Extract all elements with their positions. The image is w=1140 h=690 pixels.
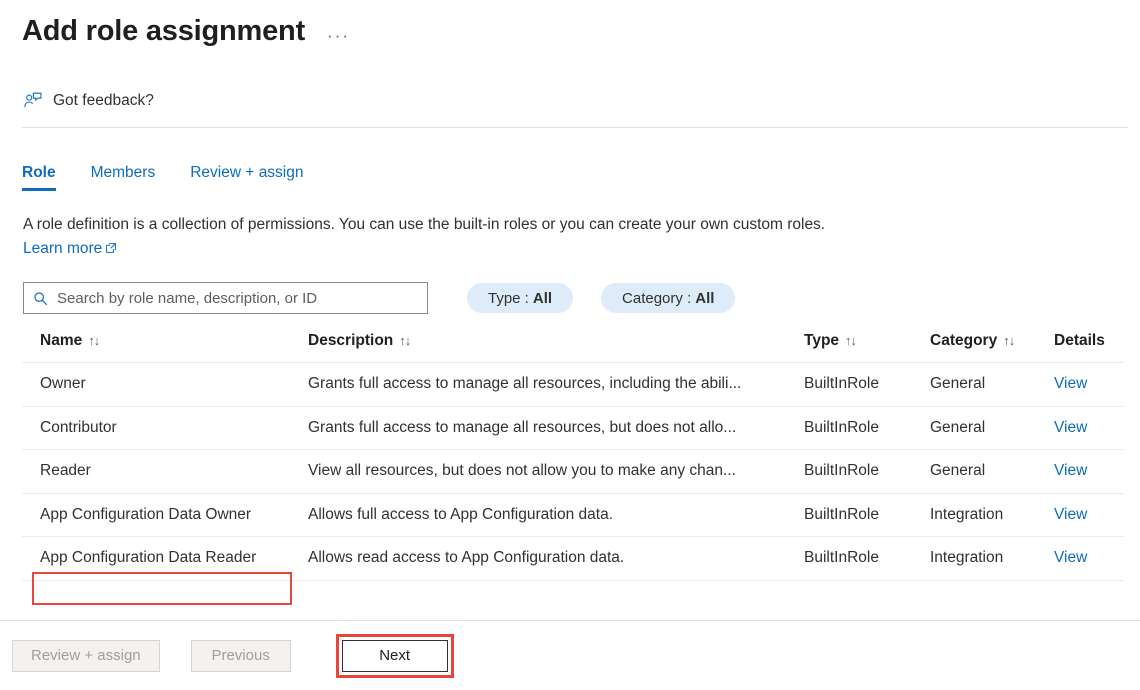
view-details-link[interactable]: View: [1054, 375, 1087, 392]
type-filter-pill[interactable]: Type :All: [467, 283, 573, 313]
table-header: Name ↑↓ Description ↑↓ Type ↑↓ Category ↑↓ D…: [22, 332, 1124, 363]
column-header-type[interactable]: Type ↑↓: [804, 332, 930, 363]
category-filter-pill[interactable]: Category :All: [601, 283, 735, 313]
cell-role-details: View: [1054, 363, 1124, 407]
column-header-category-label: Category: [930, 332, 997, 349]
next-button[interactable]: Next: [342, 640, 448, 672]
roles-table: Name ↑↓ Description ↑↓ Type ↑↓ Category ↑↓ D…: [22, 332, 1124, 581]
external-link-icon: [105, 238, 117, 262]
search-input[interactable]: [55, 289, 418, 308]
cell-role-details: View: [1054, 493, 1124, 537]
next-button-highlight-box: Next: [336, 634, 454, 678]
filter-bar: Type :All Category :All: [0, 281, 1140, 315]
page-title: Add role assignment: [22, 13, 305, 49]
table-header-row: Name ↑↓ Description ↑↓ Type ↑↓ Category ↑↓ D…: [22, 332, 1124, 363]
column-header-name-label: Name: [40, 332, 82, 349]
feedback-label[interactable]: Got feedback?: [53, 92, 154, 110]
tab-members[interactable]: Members: [91, 164, 156, 191]
cell-role-details: View: [1054, 537, 1124, 581]
cell-role-type: BuiltInRole: [804, 406, 930, 450]
column-header-description-label: Description: [308, 332, 393, 349]
cell-role-name[interactable]: Owner: [22, 363, 308, 407]
type-filter-value: All: [533, 290, 552, 307]
learn-more-link[interactable]: Learn more: [23, 240, 102, 257]
page-header: Add role assignment ···: [0, 0, 1140, 52]
search-icon: [33, 291, 48, 306]
cell-role-type: BuiltInRole: [804, 537, 930, 581]
cell-role-details: View: [1054, 406, 1124, 450]
cell-role-type: BuiltInRole: [804, 450, 930, 494]
footer-action-bar: Review + assign Previous Next: [0, 621, 1140, 690]
cell-role-description: Grants full access to manage all resourc…: [308, 406, 804, 450]
more-options-icon[interactable]: ···: [327, 31, 350, 41]
cell-role-type: BuiltInRole: [804, 493, 930, 537]
previous-button[interactable]: Previous: [191, 640, 291, 672]
cell-role-category: General: [930, 363, 1054, 407]
review-assign-button[interactable]: Review + assign: [12, 640, 160, 672]
column-header-details-label: Details: [1054, 332, 1105, 349]
cell-role-details: View: [1054, 450, 1124, 494]
cell-role-description: Grants full access to manage all resourc…: [308, 363, 804, 407]
tab-bar: Role Members Review + assign: [0, 157, 1140, 191]
table-row[interactable]: App Configuration Data Owner Allows full…: [22, 493, 1124, 537]
cell-role-type: BuiltInRole: [804, 363, 930, 407]
sort-icon[interactable]: ↑↓: [1003, 333, 1014, 348]
cell-role-description: Allows read access to App Configuration …: [308, 537, 804, 581]
cell-role-name[interactable]: App Configuration Data Owner: [22, 493, 308, 537]
tab-review-assign[interactable]: Review + assign: [190, 164, 303, 191]
header-divider: [22, 127, 1128, 128]
table-row-selected[interactable]: App Configuration Data Reader Allows rea…: [22, 537, 1124, 581]
column-header-description[interactable]: Description ↑↓: [308, 332, 804, 363]
feedback-row[interactable]: Got feedback?: [0, 78, 1140, 124]
sort-icon[interactable]: ↑↓: [845, 333, 856, 348]
cell-role-name[interactable]: App Configuration Data Reader: [22, 537, 308, 581]
sort-icon[interactable]: ↑↓: [399, 333, 410, 348]
view-details-link[interactable]: View: [1054, 462, 1087, 479]
category-filter-value: All: [695, 290, 714, 307]
cell-role-description: View all resources, but does not allow y…: [308, 450, 804, 494]
cell-role-name[interactable]: Contributor: [22, 406, 308, 450]
type-filter-label: Type :: [488, 290, 529, 307]
view-details-link[interactable]: View: [1054, 419, 1087, 436]
column-header-details: Details: [1054, 332, 1124, 363]
sort-icon[interactable]: ↑↓: [88, 333, 99, 348]
cell-role-description: Allows full access to App Configuration …: [308, 493, 804, 537]
cell-role-category: Integration: [930, 493, 1054, 537]
cell-role-category: General: [930, 450, 1054, 494]
table-row[interactable]: Contributor Grants full access to manage…: [22, 406, 1124, 450]
tab-role[interactable]: Role: [22, 164, 56, 191]
description-text: A role definition is a collection of per…: [23, 216, 825, 233]
table-body: Owner Grants full access to manage all r…: [22, 363, 1124, 581]
table-row[interactable]: Reader View all resources, but does not …: [22, 450, 1124, 494]
column-header-name[interactable]: Name ↑↓: [22, 332, 308, 363]
view-details-link[interactable]: View: [1054, 549, 1087, 566]
category-filter-label: Category :: [622, 290, 691, 307]
search-box[interactable]: [23, 282, 428, 314]
column-header-category[interactable]: Category ↑↓: [930, 332, 1054, 363]
cell-role-category: Integration: [930, 537, 1054, 581]
table-row[interactable]: Owner Grants full access to manage all r…: [22, 363, 1124, 407]
description-block: A role definition is a collection of per…: [0, 213, 830, 262]
cell-role-name[interactable]: Reader: [22, 450, 308, 494]
person-feedback-icon: [23, 91, 43, 111]
cell-role-category: General: [930, 406, 1054, 450]
column-header-type-label: Type: [804, 332, 839, 349]
view-details-link[interactable]: View: [1054, 506, 1087, 523]
